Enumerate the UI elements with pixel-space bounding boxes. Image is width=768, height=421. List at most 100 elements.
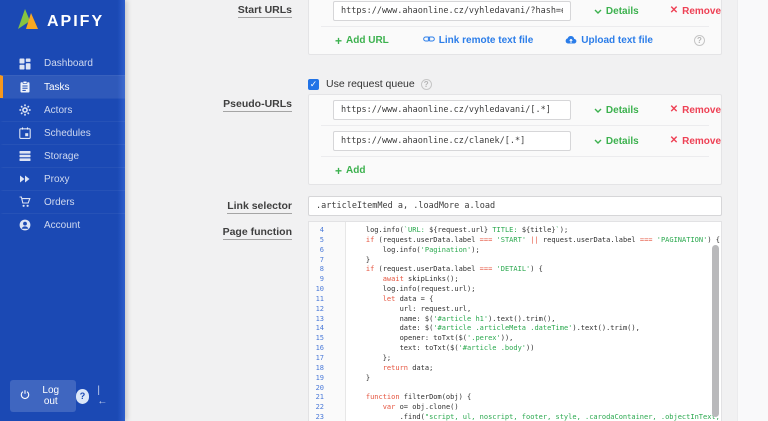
storage-icon xyxy=(19,150,31,162)
sidebar-item-actors[interactable]: Actors xyxy=(0,98,125,121)
details-button[interactable]: Details xyxy=(594,136,639,147)
use-request-queue-checkbox[interactable]: ✓ xyxy=(308,79,319,90)
line-number: 20 xyxy=(309,384,324,394)
line-number: 19 xyxy=(309,374,324,384)
task-input-form: Start URLs Details ✕ Remove + Add URL xyxy=(125,0,768,421)
chevron-down-icon xyxy=(594,105,602,116)
tasks-icon xyxy=(19,81,31,93)
line-number: 23 xyxy=(309,413,324,421)
link-selector-input[interactable] xyxy=(308,196,722,216)
line-number: 12 xyxy=(309,305,324,315)
line-number: 4 xyxy=(309,226,324,236)
sidebar-item-account[interactable]: Account xyxy=(0,213,125,236)
add-url-button[interactable]: + Add URL xyxy=(335,35,389,46)
apify-logo-text: APIFY xyxy=(47,13,104,31)
page-scroll-strip[interactable] xyxy=(737,0,768,421)
line-number: 9 xyxy=(309,275,324,285)
close-icon: ✕ xyxy=(670,105,678,115)
code-line[interactable]: 10 log.info(request.url); xyxy=(309,285,711,295)
line-number: 13 xyxy=(309,315,324,325)
line-number: 10 xyxy=(309,285,324,295)
logout-button[interactable]: Log out xyxy=(10,380,76,412)
use-request-queue-row: ✓ Use request queue ? xyxy=(308,78,432,90)
code-line[interactable]: 13 name: $('#article h1').text().trim(), xyxy=(309,315,711,325)
help-icon[interactable]: ? xyxy=(76,389,90,404)
link-icon xyxy=(423,35,435,46)
line-number: 11 xyxy=(309,295,324,305)
remove-button[interactable]: ✕ Remove xyxy=(670,6,721,17)
help-icon[interactable]: ? xyxy=(694,35,705,46)
line-number: 7 xyxy=(309,256,324,266)
code-line[interactable]: 14 date: $('#article .articleMeta .dateT… xyxy=(309,324,711,334)
code-line[interactable]: 7 } xyxy=(309,256,711,266)
start-urls-label: Start URLs xyxy=(125,4,292,16)
sidebar-item-orders[interactable]: Orders xyxy=(0,190,125,213)
page-function-label: Page function xyxy=(125,226,292,238)
sidebar-nav: Dashboard Tasks Actors Schedules Storage… xyxy=(0,52,125,236)
line-number: 5 xyxy=(309,236,324,246)
pseudo-urls-actions: + Add xyxy=(309,157,721,184)
remove-button[interactable]: ✕ Remove xyxy=(670,105,721,116)
code-line[interactable]: 4 log.info(`URL: ${request.url} TITLE: $… xyxy=(309,226,711,236)
url-row: Details ✕ Remove xyxy=(309,95,721,125)
sidebar-footer: Log out ? |← xyxy=(10,380,119,412)
power-icon xyxy=(20,390,30,403)
code-line[interactable]: 11 let data = { xyxy=(309,295,711,305)
details-button[interactable]: Details xyxy=(594,6,639,17)
pseudo-url-input[interactable] xyxy=(333,100,571,120)
code-line[interactable]: 9 await skipLinks(); xyxy=(309,275,711,285)
start-urls-actions: + Add URL Link remote text file xyxy=(309,27,721,54)
code-line[interactable]: 18 return data; xyxy=(309,364,711,374)
sidebar-item-tasks[interactable]: Tasks xyxy=(0,75,125,98)
sidebar-item-dashboard[interactable]: Dashboard xyxy=(0,52,125,75)
upload-text-file-button[interactable]: Upload text file xyxy=(565,35,653,47)
details-button[interactable]: Details xyxy=(594,105,639,116)
start-url-input[interactable] xyxy=(333,1,571,21)
code-line[interactable]: 21 function filterDom(obj) { xyxy=(309,393,711,403)
code-line[interactable]: 17 }; xyxy=(309,354,711,364)
plus-icon: + xyxy=(335,36,342,46)
add-pseudo-url-button[interactable]: + Add xyxy=(335,165,365,176)
code-line[interactable]: 22 var o= obj.clone() xyxy=(309,403,711,413)
line-number: 18 xyxy=(309,364,324,374)
code-line[interactable]: 19 } xyxy=(309,374,711,384)
start-urls-card: Details ✕ Remove + Add URL Link remote t… xyxy=(308,0,722,55)
dashboard-icon xyxy=(19,58,31,70)
sidebar-item-storage[interactable]: Storage xyxy=(0,144,125,167)
code-line[interactable]: 20 xyxy=(309,384,711,394)
page-function-editor[interactable]: 4 log.info(`URL: ${request.url} TITLE: $… xyxy=(308,221,722,421)
code-line[interactable]: 8 if (request.userData.label === 'DETAIL… xyxy=(309,265,711,275)
code-line[interactable]: 16 text: toTxt($('#article .body')) xyxy=(309,344,711,354)
collapse-sidebar-icon[interactable]: |← xyxy=(97,385,109,407)
pseudo-url-input[interactable] xyxy=(333,131,571,151)
line-number: 8 xyxy=(309,265,324,275)
link-remote-text-file-button[interactable]: Link remote text file xyxy=(423,35,533,46)
chevron-down-icon xyxy=(594,6,602,17)
line-number: 17 xyxy=(309,354,324,364)
cloud-upload-icon xyxy=(565,35,577,47)
apify-logo[interactable]: APIFY xyxy=(0,0,125,35)
schedules-icon xyxy=(19,127,31,139)
code-line[interactable]: 23 .find("script, ul, noscript, footer, … xyxy=(309,413,711,421)
code-line[interactable]: 5 if (request.userData.label === 'START'… xyxy=(309,236,711,246)
code-line[interactable]: 12 url: request.url, xyxy=(309,305,711,315)
chevron-down-icon xyxy=(594,136,602,147)
check-icon: ✓ xyxy=(310,79,318,89)
code-line[interactable]: 6 log.info('Pagination'); xyxy=(309,246,711,256)
pseudo-urls-card: Details ✕ Remove Details ✕ Remove + Add xyxy=(308,94,722,185)
logout-label: Log out xyxy=(36,385,66,407)
remove-button[interactable]: ✕ Remove xyxy=(670,136,721,147)
editor-scrollbar[interactable] xyxy=(712,245,719,417)
code-area[interactable]: 4 log.info(`URL: ${request.url} TITLE: $… xyxy=(309,226,711,421)
line-number: 14 xyxy=(309,324,324,334)
help-icon[interactable]: ? xyxy=(421,79,432,90)
actors-icon xyxy=(19,104,31,116)
code-line[interactable]: 15 opener: toTxt($('.perex')), xyxy=(309,334,711,344)
sidebar-item-proxy[interactable]: Proxy xyxy=(0,167,125,190)
close-icon: ✕ xyxy=(670,6,678,16)
line-number: 21 xyxy=(309,393,324,403)
orders-icon xyxy=(19,196,31,208)
sidebar-item-schedules[interactable]: Schedules xyxy=(0,121,125,144)
line-number: 6 xyxy=(309,246,324,256)
url-row: Details ✕ Remove xyxy=(309,126,721,156)
